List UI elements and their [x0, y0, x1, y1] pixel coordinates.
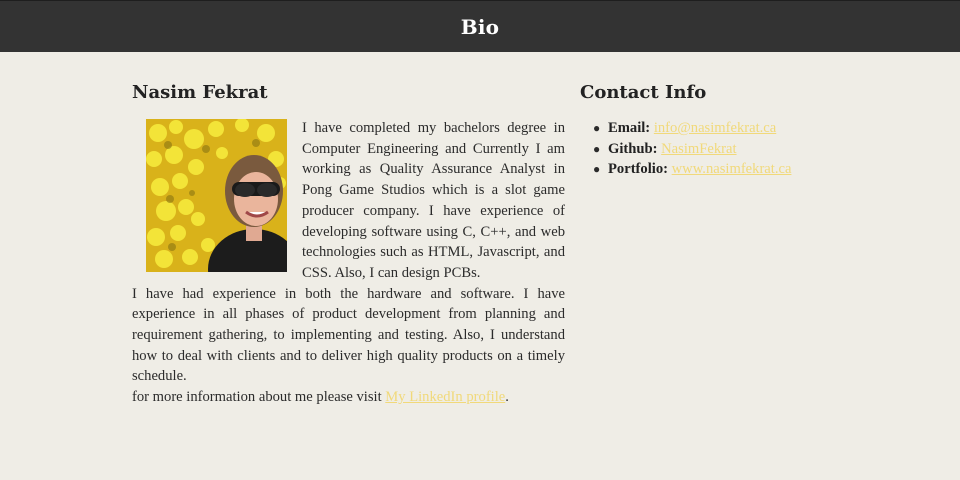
contact-item-github: ● Github: NasimFekrat [580, 139, 880, 160]
contact-label: Github: [608, 140, 658, 157]
more-info-suffix: . [505, 389, 509, 406]
contact-section: Contact Info ● Email: info@nasimfekrat.c… [580, 82, 880, 180]
portfolio-link[interactable]: www.nasimfekrat.ca [672, 161, 792, 177]
bullet-icon: ● [593, 141, 601, 156]
profile-photo [146, 119, 287, 272]
bio-paragraph-2: I have had experience in both the hardwa… [132, 285, 565, 385]
more-info-line: for more information about me please vis… [132, 387, 565, 408]
contact-list: ● Email: info@nasimfekrat.ca ● Github: N… [580, 118, 880, 180]
contact-label: Email: [608, 120, 651, 136]
contact-heading: Contact Info [580, 82, 707, 103]
page-title: Bio [460, 14, 500, 39]
bio-body: I have completed my bachelors degree in … [132, 118, 565, 408]
contact-item-portfolio: ● Portfolio: www.nasimfekrat.ca [580, 159, 880, 180]
contact-item-email: ● Email: info@nasimfekrat.ca [580, 118, 880, 139]
bio-name-heading: Nasim Fekrat [132, 82, 268, 103]
email-link[interactable]: info@nasimfekrat.ca [654, 120, 776, 136]
bullet-icon: ● [593, 121, 601, 135]
more-info-prefix: for more information about me please vis… [132, 389, 386, 406]
contact-label: Portfolio: [608, 161, 668, 178]
linkedin-link[interactable]: My LinkedIn profile [385, 389, 505, 405]
profile-photo-image [146, 119, 287, 272]
top-bar: Bio [0, 0, 960, 52]
bullet-icon: ● [593, 162, 601, 177]
github-link[interactable]: NasimFekrat [661, 141, 736, 157]
bio-section: Nasim Fekrat I have completed my bachelo… [132, 82, 565, 408]
